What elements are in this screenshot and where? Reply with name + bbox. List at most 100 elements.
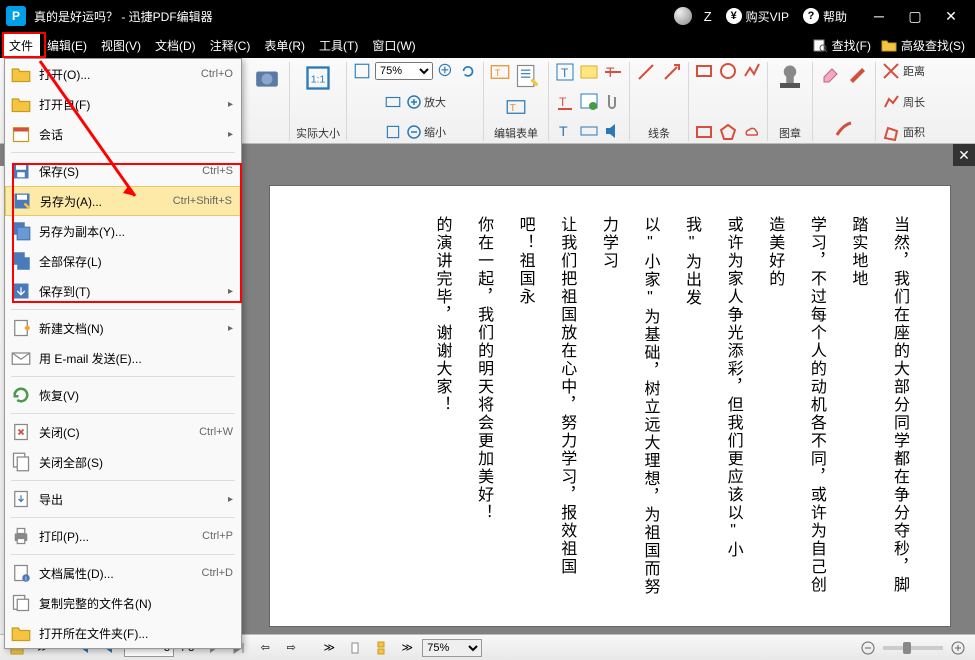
menu-tool[interactable]: 工具(T) (312, 33, 365, 58)
form-text-icon[interactable]: T (506, 97, 526, 117)
actual-size-icon[interactable]: 1:1 (302, 62, 334, 94)
fit-page-icon[interactable] (353, 62, 371, 80)
more-view-button[interactable]: ≫ (396, 638, 418, 658)
zoom-out-button[interactable]: 缩小 (406, 124, 446, 140)
underline-icon[interactable]: T (555, 92, 575, 112)
zoom-in-small-icon[interactable] (437, 62, 455, 80)
eraser-icon[interactable] (819, 62, 841, 84)
highlight-icon[interactable] (579, 62, 599, 82)
brush-icon[interactable] (833, 119, 855, 141)
menu-open[interactable]: 打开(O)...Ctrl+O (5, 59, 241, 89)
menu-newdoc[interactable]: 新建文档(N)▸ (5, 313, 241, 343)
polygon-icon[interactable] (719, 123, 737, 141)
caret-icon[interactable]: T (555, 121, 575, 141)
menu-export[interactable]: 导出▸ (5, 484, 241, 514)
tool-shapes-group (689, 62, 768, 141)
arrow-icon[interactable] (662, 62, 682, 82)
menu-saveto[interactable]: 保存到(T)▸ (5, 276, 241, 306)
rect-fill-icon[interactable] (695, 123, 713, 141)
back-button[interactable]: ⇦ (254, 638, 276, 658)
single-page-button[interactable] (344, 638, 366, 658)
rect-icon[interactable] (695, 62, 713, 80)
menu-openfolder[interactable]: 打开所在文件夹(F)... (5, 618, 241, 648)
menu-closeall[interactable]: 关闭全部(S) (5, 447, 241, 477)
menu-window[interactable]: 窗口(W) (365, 33, 422, 58)
find-button[interactable]: 查找(F) (808, 35, 875, 56)
menu-print[interactable]: 打印(P)...Ctrl+P (5, 521, 241, 551)
svg-text:T: T (559, 123, 568, 139)
sound-icon[interactable] (603, 121, 623, 141)
maximize-button[interactable]: ▢ (897, 0, 933, 32)
menu-file[interactable]: 文件 (2, 33, 40, 58)
copyname-icon (11, 593, 31, 613)
stamp-label: 图章 (779, 125, 801, 141)
zoom-status-select[interactable]: 75% (422, 639, 482, 657)
menu-view[interactable]: 视图(V) (94, 33, 148, 58)
yen-icon: ¥ (726, 8, 742, 24)
zoom-in-status[interactable] (947, 638, 969, 658)
tool-snapshot-group (245, 62, 290, 141)
help-button[interactable]: ? 帮助 (803, 8, 847, 25)
strikeout-icon[interactable]: T (603, 62, 623, 82)
zoom-in-button[interactable]: 放大 (406, 94, 446, 110)
zoom-slider[interactable] (883, 646, 943, 650)
email-icon (11, 348, 31, 368)
cloud-icon[interactable] (743, 123, 761, 141)
menu-save[interactable]: 保存(S)Ctrl+S (5, 156, 241, 186)
continuous-button[interactable] (370, 638, 392, 658)
form-field-icon[interactable]: T (490, 62, 510, 82)
calendar-icon (11, 124, 31, 144)
zoom-select[interactable]: 75% (375, 62, 433, 80)
area-button[interactable]: 面积 (882, 123, 925, 141)
edit-form-icon[interactable] (514, 62, 542, 90)
fit-visible-icon[interactable] (384, 123, 402, 141)
perimeter-button[interactable]: 周长 (882, 93, 925, 111)
polyline-icon[interactable] (743, 62, 761, 80)
menu-saveall[interactable]: 全部保存(L) (5, 246, 241, 276)
menu-comment[interactable]: 注释(C) (203, 33, 258, 58)
tool-lines-group: 线条 (630, 62, 689, 141)
zoom-out-status[interactable] (857, 638, 879, 658)
more-nav-button[interactable]: ≫ (318, 638, 340, 658)
menu-form[interactable]: 表单(R) (257, 33, 312, 58)
menu-props[interactable]: i文档属性(D)...Ctrl+D (5, 558, 241, 588)
edit-form-label: 编辑表单 (494, 125, 538, 141)
note-icon[interactable] (579, 92, 599, 112)
stamp-icon[interactable] (774, 62, 806, 94)
menu-savecopy[interactable]: 另存为副本(Y)... (5, 216, 241, 246)
tool-eraser-group (813, 62, 876, 141)
menu-email[interactable]: 用 E-mail 发送(E)... (5, 343, 241, 373)
close-button[interactable]: ✕ (933, 0, 969, 32)
app-logo: P (6, 6, 26, 26)
svg-text:T: T (559, 95, 567, 109)
globe-icon[interactable] (674, 7, 692, 25)
line-icon[interactable] (636, 62, 656, 82)
menu-close[interactable]: 关闭(C)Ctrl+W (5, 417, 241, 447)
menu-edit[interactable]: 编辑(E) (40, 33, 94, 58)
svg-text:1:1: 1:1 (311, 74, 326, 86)
document-close-button[interactable]: ✕ (953, 144, 975, 166)
replace-icon[interactable] (579, 121, 599, 141)
menu-restore[interactable]: 恢复(V) (5, 380, 241, 410)
rotate-icon[interactable] (459, 62, 477, 80)
circle-icon[interactable] (719, 62, 737, 80)
tool-form-group: T T 编辑表单 (484, 62, 549, 141)
minimize-button[interactable]: ─ (861, 0, 897, 32)
forward-button[interactable]: ⇨ (280, 638, 302, 658)
distance-button[interactable]: 距离 (882, 62, 925, 80)
menu-saveas[interactable]: 另存为(A)...Ctrl+Shift+S (5, 186, 241, 216)
adv-find-button[interactable]: 高级查找(S) (877, 35, 969, 56)
menu-document[interactable]: 文档(D) (148, 33, 203, 58)
menu-copyname[interactable]: 复制完整的文件名(N) (5, 588, 241, 618)
camera-icon[interactable] (251, 62, 283, 94)
attach-icon[interactable] (603, 92, 623, 112)
window-title: 真的是好运吗？ - 迅捷PDF编辑器 (34, 8, 213, 25)
tool-stamp-group: 图章 (768, 62, 813, 141)
buy-vip-button[interactable]: ¥ 购买VIP (726, 8, 789, 25)
menu-open-from[interactable]: 打开自(F)▸ (5, 89, 241, 119)
fit-width-icon[interactable] (384, 93, 402, 111)
pencil-icon[interactable] (847, 62, 869, 84)
user-letter[interactable]: Z (704, 9, 712, 24)
menu-session[interactable]: 会话▸ (5, 119, 241, 149)
textbox-icon[interactable]: T (555, 62, 575, 82)
